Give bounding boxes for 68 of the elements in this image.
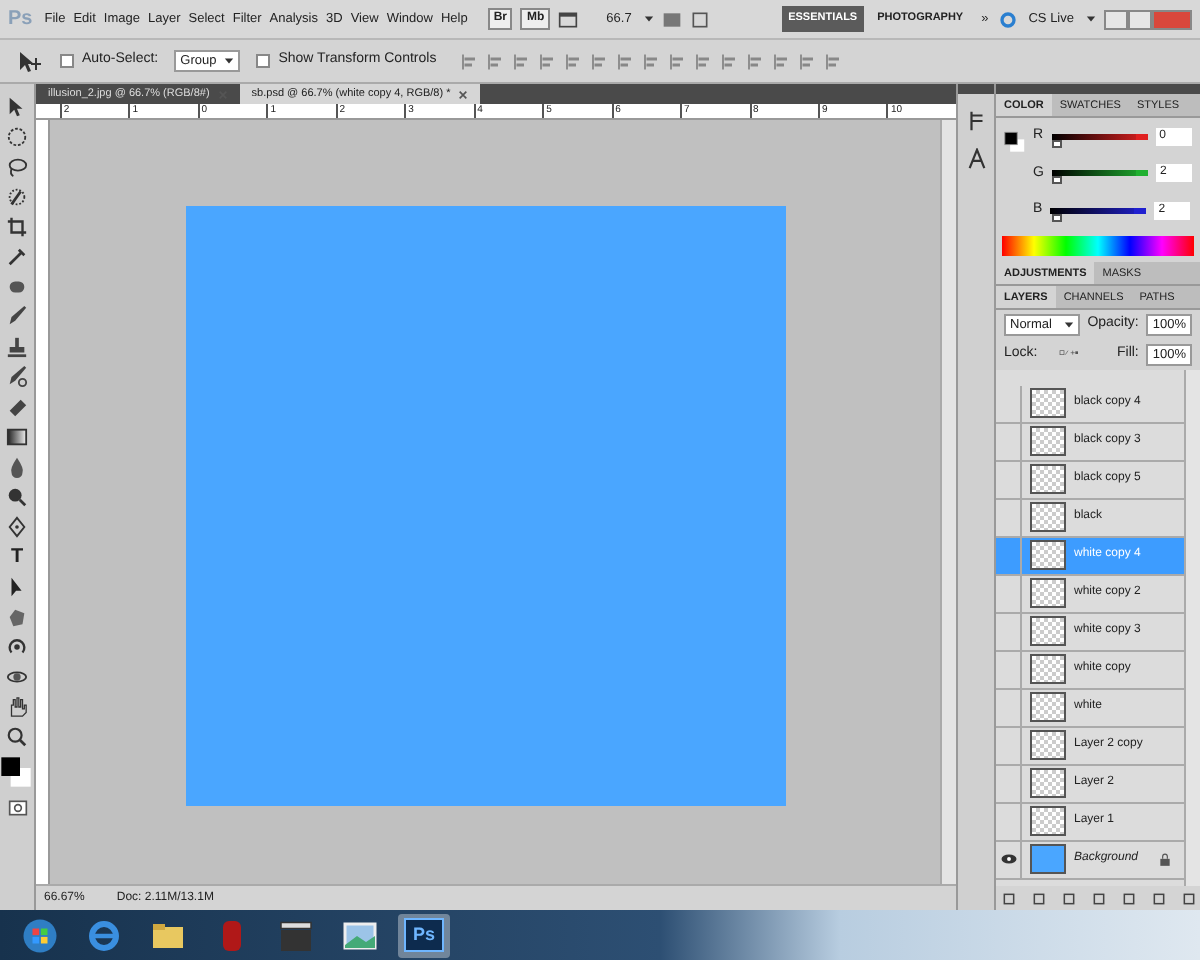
close-button[interactable]: [1152, 9, 1192, 29]
type-tool[interactable]: T: [4, 544, 30, 570]
slider-thumb[interactable]: [1051, 213, 1062, 222]
eyedropper-icon[interactable]: [6, 246, 28, 268]
color-swatches-icon[interactable]: [0, 754, 32, 790]
magnifier-shaped-icon[interactable]: [6, 486, 28, 508]
slider-thumb[interactable]: [1052, 176, 1063, 185]
caret-icon[interactable]: [1063, 320, 1074, 330]
close-icon[interactable]: [458, 89, 469, 99]
cs-live-icon[interactable]: [1000, 11, 1017, 27]
layer-thumbnail: [1030, 616, 1066, 646]
eraser-icon[interactable]: [6, 396, 28, 418]
rotate-icon[interactable]: [6, 636, 28, 658]
slider-thumb[interactable]: [1051, 139, 1062, 148]
shape-icon[interactable]: [6, 606, 28, 628]
character-panel-icon[interactable]: [965, 148, 987, 170]
layer-thumbnail: [1030, 806, 1066, 836]
lock-icon: [1158, 851, 1172, 867]
stamp-icon[interactable]: [6, 336, 28, 358]
layer-thumbnail: [1030, 540, 1066, 570]
scrollbar[interactable]: [1184, 369, 1200, 886]
caret-icon[interactable]: [1086, 14, 1096, 24]
pen-icon[interactable]: [6, 516, 28, 538]
history-brush-icon[interactable]: [6, 366, 28, 388]
eye-icon[interactable]: [999, 850, 1017, 868]
checkbox[interactable]: [256, 54, 271, 68]
layer-thumbnail: [1030, 426, 1066, 456]
dashed-circle-icon[interactable]: [6, 126, 28, 148]
move-arrow-icon[interactable]: [6, 96, 28, 118]
orbit-icon[interactable]: [6, 666, 28, 688]
foreground-background-swatch-icon[interactable]: [1004, 126, 1026, 158]
bandage-icon[interactable]: [6, 276, 28, 298]
checkbox[interactable]: [60, 54, 74, 68]
layer-thumbnail: [1030, 388, 1066, 418]
screen-mode-icon[interactable]: [558, 9, 579, 29]
start-orb-icon[interactable]: [22, 917, 58, 953]
brush-icon[interactable]: [6, 306, 28, 328]
scrollbar[interactable]: [940, 120, 956, 884]
caret-icon[interactable]: [643, 14, 654, 24]
zoom-icon[interactable]: [6, 726, 28, 748]
minimize-button[interactable]: [1104, 9, 1128, 29]
history-panel-icon[interactable]: [965, 110, 987, 132]
brush-circle-icon[interactable]: [6, 186, 28, 208]
layer-thumbnail: [1030, 844, 1066, 874]
clapperboard-icon[interactable]: [278, 917, 314, 953]
layer-thumbnail: [1030, 654, 1066, 684]
drop-icon[interactable]: [6, 456, 28, 478]
picture-viewer-icon[interactable]: [342, 917, 378, 953]
layer-thumbnail: [1030, 730, 1066, 760]
browser-e-icon[interactable]: [86, 917, 122, 953]
app-logo: Ps: [6, 6, 35, 34]
layer-thumbnail: [1030, 692, 1066, 722]
caret-icon[interactable]: [224, 56, 235, 66]
hand-icon[interactable]: [6, 696, 28, 718]
photoshop-taskbar-icon[interactable]: Ps: [404, 917, 443, 953]
layer-thumbnail: [1030, 502, 1066, 532]
arrange-icon[interactable]: [689, 9, 710, 29]
gradient-icon[interactable]: [6, 426, 28, 448]
restore-button[interactable]: [1128, 9, 1152, 29]
layer-thumbnail: [1030, 464, 1066, 494]
quick-mask-icon[interactable]: [7, 797, 27, 817]
color-spectrum[interactable]: [1002, 235, 1194, 255]
crop-icon[interactable]: [6, 216, 28, 238]
lasso-icon[interactable]: [6, 156, 28, 178]
layer-thumbnail: [1030, 768, 1066, 798]
layer-thumbnail: [1030, 578, 1066, 608]
move-tool-icon[interactable]: [16, 49, 44, 73]
layout-icon[interactable]: [661, 9, 682, 29]
